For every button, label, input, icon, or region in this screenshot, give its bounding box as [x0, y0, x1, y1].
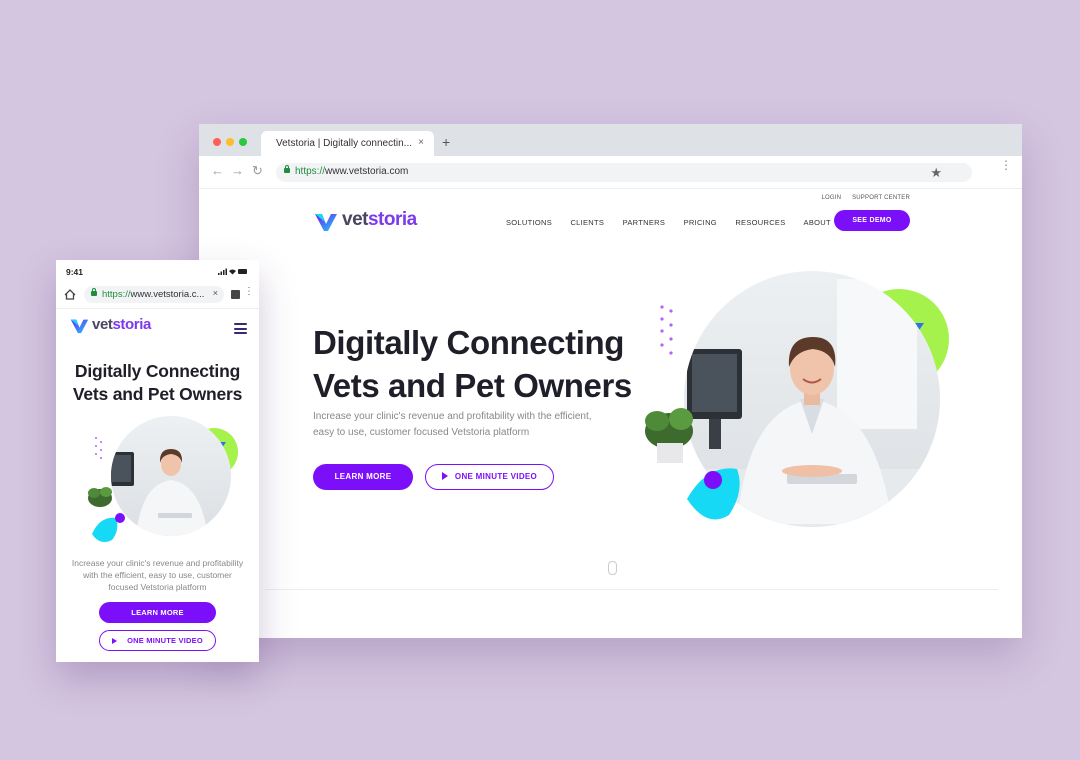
video-button-label: ONE MINUTE VIDEO — [454, 472, 538, 481]
clear-url-icon[interactable]: × — [213, 288, 218, 298]
maximize-window-dot[interactable] — [239, 138, 247, 146]
mobile-headline-line-1: Digitally Connecting — [74, 361, 241, 381]
nav-solutions[interactable]: SOLUTIONS — [506, 218, 552, 227]
new-tab-button[interactable]: + — [442, 135, 450, 149]
mobile-url-bar: https://www.vetstoria.c... × ⋮ — [56, 282, 259, 309]
play-icon — [112, 638, 118, 644]
home-icon[interactable] — [64, 289, 76, 300]
nav-about[interactable]: ABOUT — [804, 218, 831, 227]
mobile-hero-subtext: Increase your clinic's revenue and profi… — [71, 558, 244, 592]
browser-tab[interactable]: Vetstoria | Digitally connectin... × — [261, 131, 434, 156]
see-demo-button[interactable]: SEE DEMO — [834, 210, 910, 231]
mobile-vetstoria-logo[interactable]: vetstoria — [70, 316, 151, 339]
close-window-dot[interactable] — [213, 138, 221, 146]
nav-resources[interactable]: RESOURCES — [735, 218, 785, 227]
mobile-address-url[interactable]: https://www.vetstoria.c... — [102, 289, 204, 300]
dot-pattern — [95, 437, 102, 459]
login-link[interactable]: LOGIN — [822, 195, 842, 201]
hero-headline-line-2: Vets and Pet Owners — [313, 367, 632, 404]
status-icons — [218, 268, 247, 275]
logo-wordmark: vetstoria — [92, 316, 151, 333]
browser-tab-bar: Vetstoria | Digitally connectin... × + — [199, 124, 1022, 156]
lock-icon — [91, 288, 97, 296]
mobile-hero-headline: Digitally Connecting Vets and Pet Owners — [56, 360, 259, 406]
logo-wordmark: vetstoria — [342, 209, 417, 230]
nav-partners[interactable]: PARTNERS — [623, 218, 666, 227]
learn-more-button[interactable]: LEARN MORE — [313, 464, 413, 490]
mobile-video-button-label: ONE MINUTE VIDEO — [127, 636, 203, 645]
nav-pricing[interactable]: PRICING — [684, 218, 717, 227]
reload-icon[interactable]: ↻ — [252, 164, 263, 178]
menu-kebab-icon[interactable]: ⋮ — [1000, 158, 1012, 172]
tab-title: Vetstoria | Digitally connectin... — [276, 138, 412, 149]
tabs-switcher-icon[interactable] — [231, 290, 240, 299]
browser-toolbar: ← → ↻ https://www.vetstoria.com ★ ⋮ — [199, 156, 1022, 189]
hero-subtext: Increase your clinic's revenue and profi… — [313, 411, 592, 438]
mobile-learn-more-button[interactable]: LEARN MORE — [99, 602, 216, 623]
logo-mark-icon — [70, 319, 89, 334]
purple-circle-shape — [704, 471, 722, 489]
main-navigation: SOLUTIONS CLIENTS PARTNERS PRICING RESOU… — [506, 218, 847, 227]
status-time: 9:41 — [66, 267, 84, 277]
hamburger-icon[interactable] — [234, 323, 247, 337]
mobile-one-minute-video-button[interactable]: ONE MINUTE VIDEO — [99, 630, 216, 651]
scroll-indicator-icon — [608, 561, 617, 575]
address-url[interactable]: https://www.vetstoria.com — [295, 166, 408, 177]
support-center-link[interactable]: SUPPORT CENTER — [852, 195, 910, 201]
plant-decoration — [88, 487, 112, 507]
minimize-window-dot[interactable] — [226, 138, 234, 146]
back-arrow-icon[interactable]: ← — [211, 164, 224, 178]
menu-kebab-icon[interactable]: ⋮ — [244, 287, 254, 297]
lock-icon — [284, 165, 290, 173]
section-divider — [265, 589, 998, 590]
mobile-browser-window: 9:41 https://www.vetstoria.c... × ⋮ vets… — [56, 260, 259, 662]
desktop-browser-window: Vetstoria | Digitally connectin... × + ←… — [199, 124, 1022, 638]
plant-decoration — [645, 408, 693, 463]
logo-mark-icon — [315, 214, 337, 231]
website-page: LOGIN SUPPORT CENTER vetstoria SOLUTIONS… — [199, 189, 1022, 638]
star-icon[interactable]: ★ — [930, 166, 942, 179]
purple-circle-shape — [115, 513, 125, 523]
address-bar[interactable]: https://www.vetstoria.com ★ — [276, 163, 972, 182]
nav-clients[interactable]: CLIENTS — [570, 218, 604, 227]
play-icon — [441, 472, 448, 480]
hero-headline: Digitally Connecting Vets and Pet Owners — [313, 321, 632, 407]
hero-headline-line-1: Digitally Connecting — [313, 324, 625, 361]
mobile-headline-line-2: Vets and Pet Owners — [72, 384, 243, 404]
one-minute-video-button[interactable]: ONE MINUTE VIDEO — [425, 464, 554, 490]
mobile-address-bar[interactable]: https://www.vetstoria.c... × — [84, 286, 224, 303]
tab-close-icon[interactable]: × — [418, 137, 424, 148]
forward-arrow-icon[interactable]: → — [231, 164, 244, 178]
mobile-status-bar: 9:41 — [56, 260, 259, 282]
mobile-hero-illustration — [88, 416, 238, 542]
utility-links: LOGIN SUPPORT CENTER — [813, 195, 910, 201]
hero-illustration — [645, 271, 949, 527]
cyan-blob-shape — [92, 517, 118, 542]
